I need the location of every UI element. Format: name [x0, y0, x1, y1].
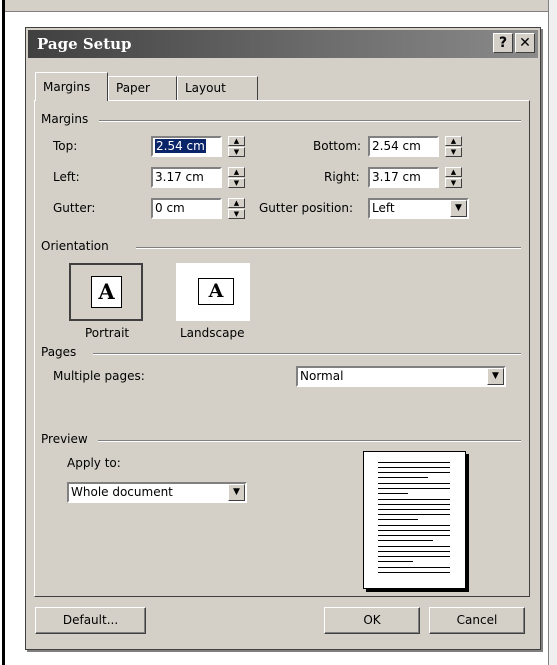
right-margin-field[interactable]: 3.17 cm — [368, 167, 439, 188]
bottom-margin-spinner[interactable]: ▲ ▼ — [445, 136, 462, 157]
bottom-label: Bottom: — [313, 139, 362, 153]
multiple-pages-dropdown[interactable]: Normal ▼ — [296, 366, 506, 387]
gutter-spinner[interactable]: ▲ ▼ — [228, 198, 245, 219]
top-margin-spinner[interactable]: ▲ ▼ — [228, 136, 245, 157]
preview-text-line — [378, 509, 450, 510]
preview-text-line — [378, 472, 450, 473]
preview-text-line — [378, 483, 450, 484]
apply-to-dropdown[interactable]: Whole document ▼ — [67, 482, 247, 503]
cancel-button[interactable]: Cancel — [429, 607, 525, 634]
orientation-group-label: Orientation — [41, 239, 109, 253]
chevron-down-icon[interactable]: ▼ — [228, 484, 245, 501]
pages-group-label: Pages — [41, 345, 77, 359]
spin-up-icon[interactable]: ▲ — [228, 136, 245, 146]
gutter-position-dropdown[interactable]: Left ▼ — [368, 198, 469, 219]
preview-text-line — [378, 488, 450, 489]
preview-text-line — [378, 519, 418, 520]
preview-text-line — [378, 561, 413, 562]
preview-text-line — [378, 477, 428, 478]
preview-group-label: Preview — [41, 432, 88, 446]
orientation-separator — [136, 247, 521, 249]
spin-up-icon[interactable]: ▲ — [228, 198, 245, 208]
portrait-label[interactable]: Portrait — [85, 326, 129, 340]
margins-separator — [99, 120, 521, 122]
gutter-field[interactable]: 0 cm — [151, 198, 222, 219]
bottom-margin-field[interactable]: 2.54 cm — [368, 136, 439, 157]
preview-text-line — [378, 567, 450, 568]
close-button[interactable]: ✕ — [515, 33, 535, 53]
default-button[interactable]: Default... — [35, 607, 146, 634]
spin-up-icon[interactable]: ▲ — [445, 167, 462, 177]
right-label: Right: — [324, 170, 360, 184]
portrait-option[interactable]: A — [69, 263, 143, 321]
spin-down-icon[interactable]: ▼ — [228, 178, 245, 188]
apply-to-value: Whole document — [71, 485, 173, 499]
preview-text-line — [378, 525, 450, 526]
left-label: Left: — [53, 170, 80, 184]
background-right-edge — [548, 0, 557, 665]
spin-down-icon[interactable]: ▼ — [228, 209, 245, 219]
preview-text-line — [378, 467, 450, 468]
margins-group-label: Margins — [41, 112, 89, 126]
left-margin-field[interactable]: 3.17 cm — [151, 167, 222, 188]
page-setup-dialog: Page Setup ? ✕ Margins Paper Layout Marg… — [25, 27, 541, 650]
multiple-pages-label: Multiple pages: — [53, 369, 145, 383]
right-margin-spinner[interactable]: ▲ ▼ — [445, 167, 462, 188]
spin-down-icon[interactable]: ▼ — [445, 178, 462, 188]
landscape-option[interactable]: A — [176, 263, 250, 321]
preview-text-line — [378, 504, 450, 505]
preview-page-thumbnail — [363, 451, 466, 589]
spin-up-icon[interactable]: ▲ — [228, 167, 245, 177]
preview-text-line — [378, 499, 450, 500]
landscape-page-icon: A — [198, 278, 234, 305]
ok-button[interactable]: OK — [324, 607, 420, 634]
spin-down-icon[interactable]: ▼ — [228, 147, 245, 157]
preview-text-line — [378, 540, 433, 541]
top-margin-field[interactable]: 2.54 cm — [151, 136, 222, 157]
preview-text-line — [378, 530, 450, 531]
title-bar[interactable]: Page Setup ? ✕ — [28, 30, 538, 58]
spin-down-icon[interactable]: ▼ — [445, 147, 462, 157]
tab-paper[interactable]: Paper — [108, 76, 177, 100]
pages-separator — [93, 353, 521, 355]
help-button[interactable]: ? — [493, 33, 513, 53]
preview-text-line — [378, 556, 450, 557]
preview-text-line — [378, 514, 450, 515]
preview-text-line — [378, 493, 408, 494]
background-top-edge — [5, 0, 557, 12]
preview-text-line — [378, 546, 450, 547]
tab-margins[interactable]: Margins — [35, 72, 108, 101]
multiple-pages-value: Normal — [300, 369, 344, 383]
chevron-down-icon[interactable]: ▼ — [450, 200, 467, 217]
background-left-edge — [0, 0, 5, 665]
portrait-page-icon: A — [91, 276, 122, 308]
top-label: Top: — [53, 139, 78, 153]
top-margin-value: 2.54 cm — [155, 139, 206, 153]
preview-separator — [98, 440, 521, 442]
gutter-label: Gutter: — [53, 201, 96, 215]
chevron-down-icon[interactable]: ▼ — [487, 368, 504, 385]
spin-up-icon[interactable]: ▲ — [445, 136, 462, 146]
left-margin-spinner[interactable]: ▲ ▼ — [228, 167, 245, 188]
apply-to-label: Apply to: — [67, 456, 121, 470]
preview-text-line — [378, 535, 450, 536]
landscape-label[interactable]: Landscape — [180, 326, 244, 340]
dialog-title: Page Setup — [37, 35, 132, 53]
gutter-position-value: Left — [372, 201, 395, 215]
preview-text-line — [378, 551, 450, 552]
preview-text-line — [378, 462, 450, 463]
tab-layout[interactable]: Layout — [177, 76, 258, 100]
preview-text-line — [378, 572, 450, 573]
gutter-position-label: Gutter position: — [259, 201, 354, 215]
